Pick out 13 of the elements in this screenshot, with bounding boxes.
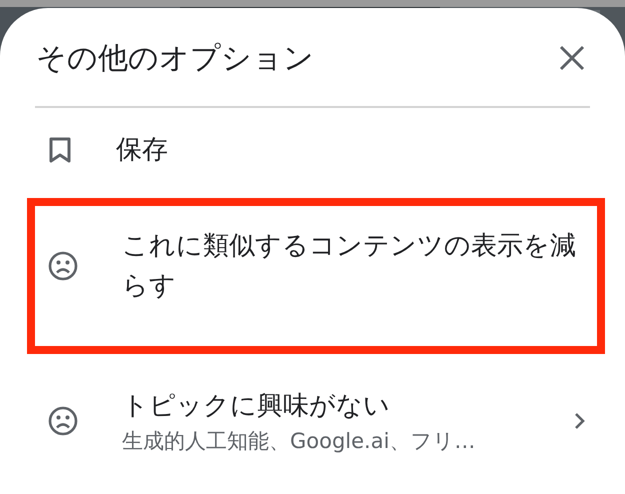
sheet-title: その他のオプション bbox=[36, 40, 314, 78]
item-label: 保存 bbox=[116, 134, 169, 167]
sad-face-icon bbox=[48, 251, 78, 281]
item-label: トピックに興味がない bbox=[122, 390, 391, 423]
item-subtitle: 生成的人工知能、Google.ai、フリ… bbox=[122, 428, 476, 455]
highlighted-menu-item[interactable]: これに類似するコンテンツの表示を減らす bbox=[27, 198, 605, 354]
close-icon bbox=[559, 45, 585, 71]
bookmark-icon bbox=[48, 136, 72, 164]
menu-item[interactable]: 保存 bbox=[27, 108, 605, 192]
item-label: これに類似するコンテンツの表示を減らす bbox=[122, 230, 577, 303]
menu-item[interactable]: トピックに興味がない 生成的人工知能、Google.ai、フリ… bbox=[27, 364, 605, 478]
sad-face-icon bbox=[48, 406, 78, 436]
chevron-right-icon bbox=[573, 411, 587, 431]
